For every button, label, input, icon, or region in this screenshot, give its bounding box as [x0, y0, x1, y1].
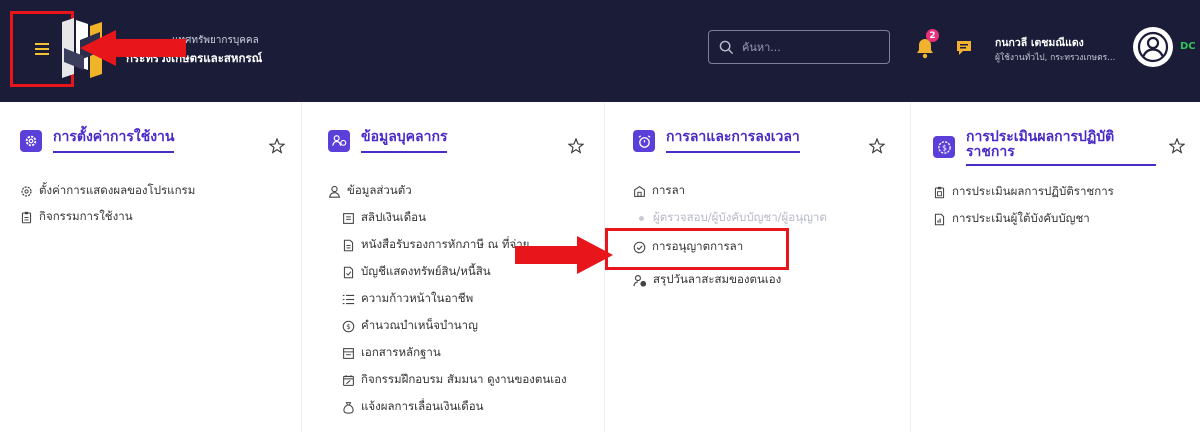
money-bag-icon [343, 401, 354, 414]
red-arrow-right-icon [515, 236, 613, 274]
user-icon [1137, 31, 1169, 63]
menu-item-label: บัญชีแสดงทรัพย์สิน/หนี้สิน [361, 264, 491, 278]
menu-item-label: คำนวณบำเหน็จบำนาญ [361, 318, 478, 332]
menu-item-usage-activity[interactable]: กิจกรรมการใช้งาน [20, 208, 133, 226]
star-icon[interactable] [568, 138, 584, 154]
menu-item-label: ข้อมูลส่วนตัว [347, 183, 412, 197]
clipboard-icon [21, 211, 32, 223]
people-icon [328, 130, 350, 152]
menu-item-payslip[interactable]: สลิปเงินเดือน [342, 209, 426, 227]
avatar[interactable] [1133, 27, 1173, 67]
bullet-dot [639, 215, 644, 221]
list-icon [342, 294, 355, 304]
menu-icon [35, 43, 49, 55]
top-navbar: แทศทรัพยากรบุคคล กระทรวงเกษตรและสหกรณ์ 2… [0, 0, 1200, 102]
user-stats-icon [633, 274, 647, 287]
menu-item-pension-calculator[interactable]: $ คำนวณบำเหน็จบำนาญ [342, 317, 478, 335]
building-icon [634, 185, 645, 197]
menu-item-label: ความก้าวหน้าในอาชีพ [361, 291, 474, 305]
settings-column: การตั้งค่าการใช้งาน ตั้งค่าการแสดงผลของโ… [0, 102, 301, 432]
menu-item-subordinate-evaluation[interactable]: การประเมินผู้ใต้บังคับบัญชา [933, 210, 1090, 228]
personnel-title: ข้อมูลบุคลากร [361, 130, 448, 153]
search-icon [719, 40, 734, 54]
menu-item-label: สรุปวันลาสะสมของตนเอง [653, 272, 782, 286]
settings-title: การตั้งค่าการใช้งาน [53, 130, 175, 153]
calendar-edit-icon [343, 374, 354, 386]
menu-item-career-progress[interactable]: ความก้าวหน้าในอาชีพ [342, 290, 473, 308]
menu-item-tax-certificate[interactable]: หนังสือรับรองการหักภาษี ณ ที่จ่าย [342, 236, 529, 254]
menu-item-salary-increase[interactable]: แจ้งผลการเลื่อนเงินเดือน [342, 398, 483, 416]
menu-item-label: หนังสือรับรองการหักภาษี ณ ที่จ่าย [361, 237, 530, 251]
menu-item-leave-summary[interactable]: สรุปวันลาสะสมของตนเอง [633, 271, 781, 289]
user-role: ผู้ใช้งานทั่วไป, กระทรวงเกษตร... [995, 53, 1116, 63]
menu-item-label: เอกสารหลักฐาน [361, 345, 441, 359]
gear-icon [20, 130, 42, 152]
personnel-header: ข้อมูลบุคลากร [328, 130, 448, 153]
menu-item-display-settings[interactable]: ตั้งค่าการแสดงผลของโปรแกรม [20, 182, 195, 200]
highlight-box [605, 228, 789, 270]
file-chart-icon [934, 213, 945, 225]
red-arrow-left-icon [80, 30, 186, 66]
settings-header: การตั้งค่าการใช้งาน [20, 130, 175, 153]
file-icon [343, 239, 354, 251]
performance-title: การประเมินผลการปฏิบัติราชการ [966, 130, 1156, 166]
coin-icon: $ [342, 320, 355, 332]
document-icon [343, 212, 354, 224]
chat-icon[interactable] [955, 39, 973, 57]
menu-item-performance-evaluation[interactable]: การประเมินผลการปฏิบัติราชการ [933, 183, 1114, 201]
menu-item-training-activities[interactable]: กิจกรรมฝึกอบรม สัมมนา ดูงานของตนเอง [342, 371, 567, 389]
svg-text:$: $ [942, 143, 947, 152]
leave-header: การลาและการลงเวลา [633, 130, 800, 153]
menu-item-label: กิจกรรมฝึกอบรม สัมมนา ดูงานของตนเอง [361, 372, 567, 386]
menu-item-leave[interactable]: การลา [633, 182, 685, 200]
menu-item-label: การประเมินผู้ใต้บังคับบัญชา [952, 211, 1090, 225]
star-icon[interactable] [269, 138, 285, 154]
menu-item-label: การลา [652, 183, 686, 197]
badge-icon: $ [933, 136, 955, 158]
menu-item-label: สลิปเงินเดือน [361, 210, 426, 224]
clipboard-icon [934, 186, 945, 198]
menu-item-personal-info[interactable]: ข้อมูลส่วนตัว [328, 182, 412, 200]
menu-item-label: การประเมินผลการปฏิบัติราชการ [952, 184, 1114, 198]
performance-column: $ การประเมินผลการปฏิบัติราชการ การประเมิ… [910, 102, 1200, 432]
menu-item-label: แจ้งผลการเลื่อนเงินเดือน [361, 399, 484, 413]
alarm-clock-icon [633, 130, 655, 152]
search-box[interactable] [708, 30, 890, 64]
menu-item-documents[interactable]: เอกสารหลักฐาน [342, 344, 441, 362]
file-check-icon [343, 266, 354, 278]
star-icon[interactable] [869, 138, 885, 154]
form-icon [343, 347, 354, 359]
menu-item-assets-statement[interactable]: บัญชีแสดงทรัพย์สิน/หนี้สิน [342, 263, 491, 281]
menu-item-label: ผู้ตรวจสอบ/ผู้บังคับบัญชา/ผู้อนุญาต [653, 210, 827, 224]
user-name[interactable]: กนกวลี เตชมณีแดง [995, 34, 1084, 51]
leave-title: การลาและการลงเวลา [666, 130, 800, 153]
menu-item-approvers: ผู้ตรวจสอบ/ผู้บังคับบัญชา/ผู้อนุญาต [639, 209, 827, 227]
menu-item-label: ตั้งค่าการแสดงผลของโปรแกรม [39, 183, 196, 197]
notification-badge: 2 [926, 29, 939, 42]
menu-item-label: กิจกรรมการใช้งาน [39, 209, 133, 223]
svg-text:$: $ [346, 322, 351, 331]
gear-icon [21, 185, 32, 197]
performance-header: $ การประเมินผลการปฏิบัติราชการ [933, 130, 1156, 166]
user-icon [328, 185, 341, 198]
avatar-tag: DC [1180, 41, 1196, 52]
search-input[interactable] [742, 40, 872, 54]
star-icon[interactable] [1169, 138, 1185, 154]
